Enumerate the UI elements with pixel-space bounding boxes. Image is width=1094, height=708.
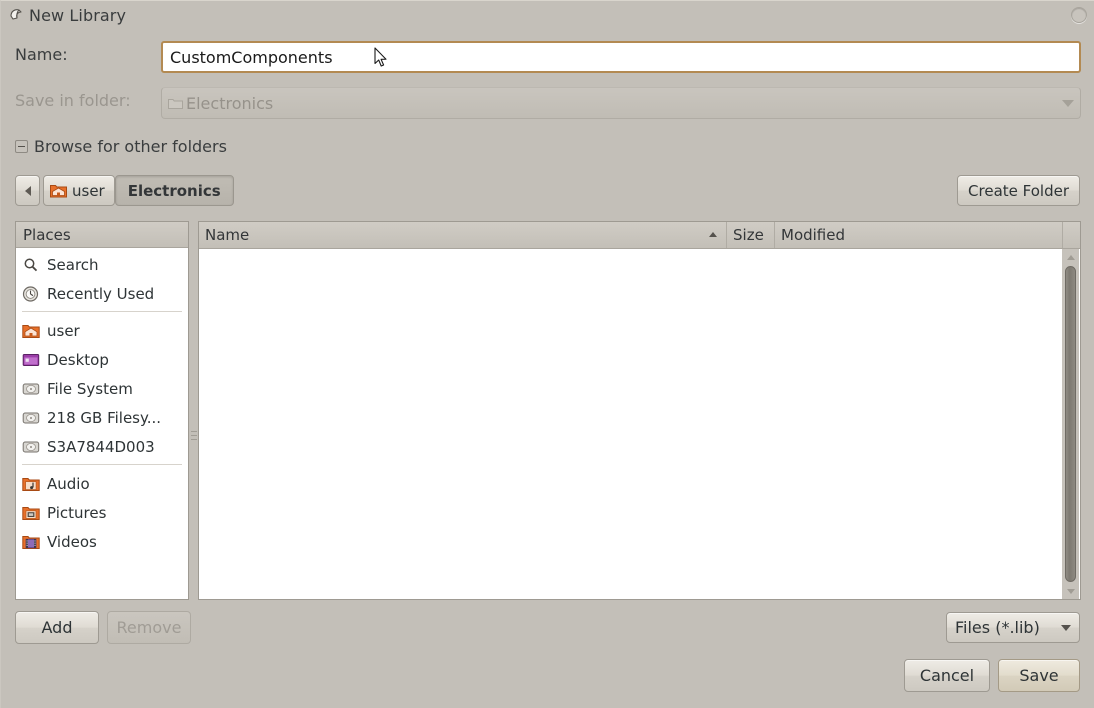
places-pane: Places Search Recently Used user Desktop… <box>15 221 189 600</box>
new-library-dialog: New Library Name: Save in folder: Electr… <box>0 0 1094 708</box>
arrow-down-icon <box>1066 588 1075 594</box>
arrow-left-icon <box>24 185 31 196</box>
place-label: Desktop <box>47 350 109 369</box>
places-separator <box>22 464 182 465</box>
expander-label: Browse for other folders <box>34 137 227 156</box>
place-item-pictures[interactable]: Pictures <box>16 498 188 527</box>
create-folder-label: Create Folder <box>968 181 1069 200</box>
breadcrumb: user Electronics <box>15 175 234 206</box>
place-label: S3A7844D003 <box>47 437 155 456</box>
column-header-modified[interactable]: Modified <box>774 222 1062 248</box>
drive-icon <box>22 381 40 397</box>
save-button[interactable]: Save <box>998 659 1080 692</box>
home-folder-icon <box>22 323 40 339</box>
drive-icon <box>22 439 40 455</box>
save-in-folder-value: Electronics <box>186 93 274 113</box>
titlebar: New Library <box>1 1 1094 30</box>
splitter-grip-icon <box>191 431 197 442</box>
videos-folder-icon <box>22 534 40 550</box>
name-label: Name: <box>15 45 68 64</box>
place-item-desktop[interactable]: Desktop <box>16 345 188 374</box>
add-bookmark-button[interactable]: Add <box>15 611 99 644</box>
place-label: Videos <box>47 532 97 551</box>
window-title: New Library <box>29 6 127 25</box>
remove-bookmark-button: Remove <box>107 611 191 644</box>
browse-for-other-folders-expander[interactable]: Browse for other folders <box>15 137 227 156</box>
music-folder-icon <box>22 476 40 492</box>
scroll-up-button[interactable] <box>1062 249 1079 265</box>
pictures-folder-icon <box>22 505 40 521</box>
column-header-modified-label: Modified <box>781 226 846 244</box>
place-item-search[interactable]: Search <box>16 250 188 279</box>
resize-grip[interactable] <box>1071 7 1087 23</box>
breadcrumb-item-electronics-label: Electronics <box>127 181 221 200</box>
place-label: Pictures <box>47 503 107 522</box>
desktop-icon <box>22 352 40 368</box>
window-page-icon <box>8 7 25 24</box>
column-header-name-label: Name <box>205 226 250 244</box>
file-list-columns: Name Size Modified <box>199 222 1080 249</box>
place-label: 218 GB Filesy... <box>47 408 162 427</box>
place-item-s3a7844d003[interactable]: S3A7844D003 <box>16 432 188 461</box>
file-type-filter-combo[interactable]: Files (*.lib) <box>946 612 1080 643</box>
save-button-label: Save <box>1019 666 1059 685</box>
place-label: File System <box>47 379 133 398</box>
column-header-size[interactable]: Size <box>726 222 774 248</box>
add-button-label: Add <box>41 618 73 637</box>
breadcrumb-item-user[interactable]: user <box>43 175 115 206</box>
create-folder-button[interactable]: Create Folder <box>957 175 1080 206</box>
save-in-folder-combo[interactable]: Electronics <box>161 87 1081 119</box>
arrow-up-icon <box>1066 254 1075 260</box>
breadcrumb-item-user-label: user <box>72 181 105 200</box>
place-label: Search <box>47 255 99 274</box>
file-list-scrollbar[interactable] <box>1062 249 1079 599</box>
places-separator <box>22 311 182 312</box>
cancel-button-label: Cancel <box>919 666 975 685</box>
file-list-pane: Name Size Modified <box>198 221 1081 600</box>
folder-icon <box>168 97 183 109</box>
drive-icon <box>22 410 40 426</box>
place-item-recently-used[interactable]: Recently Used <box>16 279 188 308</box>
breadcrumb-item-electronics[interactable]: Electronics <box>114 175 234 206</box>
places-header: Places <box>16 222 188 248</box>
save-in-folder-row: Save in folder: <box>15 91 131 110</box>
place-item-file-system[interactable]: File System <box>16 374 188 403</box>
column-header-size-label: Size <box>733 226 764 244</box>
library-name-input[interactable] <box>161 41 1081 73</box>
cancel-button[interactable]: Cancel <box>904 659 990 692</box>
save-in-folder-label: Save in folder: <box>15 91 131 110</box>
place-label: user <box>47 321 80 340</box>
column-header-filler <box>1062 222 1080 248</box>
home-folder-icon <box>50 183 67 198</box>
sort-ascending-icon <box>709 232 717 237</box>
place-item-218-gb-filesystem[interactable]: 218 GB Filesy... <box>16 403 188 432</box>
chevron-down-icon <box>1061 624 1071 631</box>
place-item-videos[interactable]: Videos <box>16 527 188 556</box>
chevron-down-icon <box>1062 99 1074 107</box>
place-label: Audio <box>47 474 90 493</box>
place-item-user[interactable]: user <box>16 316 188 345</box>
places-list: Search Recently Used user Desktop File S… <box>16 248 188 556</box>
remove-button-label: Remove <box>116 618 182 637</box>
recent-clock-icon <box>22 285 40 302</box>
breadcrumb-back-button[interactable] <box>15 175 40 206</box>
place-label: Recently Used <box>47 284 155 303</box>
file-list-rows <box>199 249 1080 599</box>
minus-box-icon <box>15 140 28 153</box>
place-item-audio[interactable]: Audio <box>16 469 188 498</box>
search-icon <box>22 257 40 273</box>
name-row: Name: <box>15 45 68 64</box>
scroll-down-button[interactable] <box>1062 583 1079 599</box>
places-header-label: Places <box>23 225 71 244</box>
file-type-filter-label: Files (*.lib) <box>955 618 1040 637</box>
scrollbar-thumb[interactable] <box>1065 266 1076 582</box>
column-header-name[interactable]: Name <box>199 222 726 248</box>
